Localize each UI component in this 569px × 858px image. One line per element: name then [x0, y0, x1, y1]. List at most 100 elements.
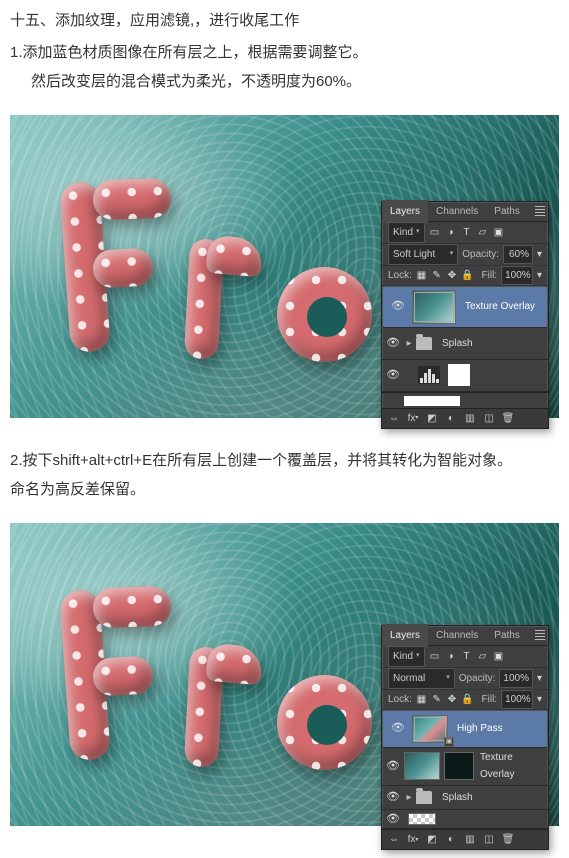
- filter-adjust-icon[interactable]: ◑: [445, 650, 457, 662]
- new-group-icon[interactable]: ▥: [464, 412, 476, 424]
- transparent-thumbnail: [408, 813, 436, 825]
- blend-row: Soft Light▾ Opacity: 60% ▾: [382, 244, 548, 266]
- opacity-value[interactable]: 60%: [503, 245, 533, 264]
- layer-row-high-pass[interactable]: 👁 ▣ High Pass: [382, 710, 548, 748]
- balloon-text-fresh: [55, 157, 355, 377]
- layer-mask-icon[interactable]: ◩: [426, 412, 438, 424]
- levels-adjustment-icon: [418, 366, 440, 384]
- fill-value[interactable]: 100%: [501, 690, 533, 709]
- lock-paint-icon[interactable]: ✎: [431, 269, 442, 281]
- lock-transparency-icon[interactable]: ▦: [416, 693, 427, 705]
- filter-type-icon[interactable]: T: [461, 650, 473, 662]
- lock-transparency-icon[interactable]: ▦: [416, 269, 427, 281]
- layer-row-texture-overlay[interactable]: 👁 Texture Overlay: [382, 286, 548, 328]
- visibility-toggle-icon[interactable]: 👁: [382, 810, 404, 829]
- layer-name[interactable]: Splash: [440, 789, 548, 806]
- tab-layers[interactable]: Layers: [382, 624, 428, 647]
- lock-row: Lock: ▦ ✎ ✥ 🔒 Fill: 100% ▾: [382, 690, 548, 710]
- filter-row: Kind▾ ▭ ◑ T ▱ ▣: [382, 646, 548, 668]
- blend-row: Normal▾ Opacity: 100% ▾: [382, 668, 548, 690]
- layer-name[interactable]: Texture Overlay: [478, 749, 548, 783]
- panel-tabs: Layers Channels Paths: [382, 202, 548, 222]
- opacity-value[interactable]: 100%: [499, 669, 533, 688]
- layer-name[interactable]: High Pass: [455, 720, 543, 737]
- fill-label: Fill:: [482, 691, 498, 708]
- new-layer-icon[interactable]: ◫: [483, 834, 495, 846]
- layer-style-icon[interactable]: fx▾: [407, 412, 419, 424]
- layer-row-splash-group[interactable]: 👁 ▸ Splash: [382, 328, 548, 360]
- adjustment-layer-icon[interactable]: ◐: [445, 412, 457, 424]
- tab-channels[interactable]: Channels: [428, 624, 486, 647]
- layer-thumbnail-secondary: [444, 752, 474, 780]
- layers-panel: Layers Channels Paths Kind▾ ▭ ◑ T ▱ ▣ So…: [381, 201, 549, 429]
- lock-paint-icon[interactable]: ✎: [431, 693, 442, 705]
- group-expand-icon[interactable]: ▸: [404, 789, 414, 806]
- fill-value[interactable]: 100%: [501, 266, 533, 285]
- filter-smart-icon[interactable]: ▣: [493, 226, 505, 238]
- filter-smart-icon[interactable]: ▣: [493, 650, 505, 662]
- figure-2: Layers Channels Paths Kind▾ ▭ ◑ T ▱ ▣ No…: [10, 523, 559, 826]
- panel-menu-icon[interactable]: [532, 203, 548, 219]
- folder-icon: [416, 791, 432, 804]
- link-layers-icon[interactable]: ⇔: [388, 412, 400, 424]
- layer-mask-thumbnail[interactable]: [448, 364, 470, 386]
- folder-icon: [416, 337, 432, 350]
- filter-pixel-icon[interactable]: ▭: [429, 650, 441, 662]
- filter-kind-select[interactable]: Kind▾: [388, 222, 425, 243]
- filter-pixel-icon[interactable]: ▭: [429, 226, 441, 238]
- step1-line1: 1.添加蓝色材质图像在所有层之上，根据需要调整它。: [10, 40, 559, 66]
- group-expand-icon[interactable]: ▸: [404, 335, 414, 352]
- delete-layer-icon[interactable]: 🗑: [502, 834, 514, 846]
- fill-label: Fill:: [482, 267, 498, 284]
- filter-adjust-icon[interactable]: ◑: [445, 226, 457, 238]
- adjustment-layer-icon[interactable]: ◐: [445, 834, 457, 846]
- step2-line1: 2.按下shift+alt+ctrl+E在所有层上创建一个覆盖层，并将其转化为智…: [10, 448, 559, 474]
- layer-thumbnail[interactable]: [412, 715, 448, 743]
- layer-name[interactable]: Splash: [440, 335, 548, 352]
- layer-row-levels-adjustment[interactable]: 👁: [382, 360, 548, 392]
- link-layers-icon[interactable]: ⇔: [388, 834, 400, 846]
- filter-type-icon[interactable]: T: [461, 226, 473, 238]
- panel-footer: ⇔ fx▾ ◩ ◐ ▥ ◫ 🗑: [382, 829, 548, 849]
- layer-mask-icon[interactable]: ◩: [426, 834, 438, 846]
- visibility-toggle-icon[interactable]: 👁: [382, 366, 404, 385]
- filter-row: Kind▾ ▭ ◑ T ▱ ▣: [382, 222, 548, 244]
- lock-label: Lock:: [388, 691, 412, 708]
- tab-channels[interactable]: Channels: [428, 200, 486, 223]
- visibility-toggle-icon[interactable]: 👁: [382, 757, 404, 776]
- tab-layers[interactable]: Layers: [382, 200, 428, 223]
- lock-position-icon[interactable]: ✥: [446, 269, 457, 281]
- smart-object-badge-icon: ▣: [444, 737, 454, 747]
- lock-all-icon[interactable]: 🔒: [462, 693, 474, 705]
- layer-thumbnail[interactable]: [412, 290, 456, 324]
- visibility-toggle-icon[interactable]: 👁: [387, 297, 409, 316]
- filter-shape-icon[interactable]: ▱: [477, 226, 489, 238]
- blend-mode-select[interactable]: Soft Light▾: [388, 244, 458, 265]
- lock-all-icon[interactable]: 🔒: [462, 269, 474, 281]
- filter-kind-select[interactable]: Kind▾: [388, 646, 425, 667]
- lock-label: Lock:: [388, 267, 412, 284]
- section-title: 十五、添加纹理，应用滤镜,，进行收尾工作: [10, 8, 559, 34]
- layer-row-texture-overlay[interactable]: 👁 Texture Overlay: [382, 748, 548, 786]
- visibility-toggle-icon[interactable]: 👁: [382, 334, 404, 353]
- panel-menu-icon[interactable]: [532, 627, 548, 643]
- layer-row-extra[interactable]: [382, 392, 548, 408]
- new-group-icon[interactable]: ▥: [464, 834, 476, 846]
- visibility-toggle-icon[interactable]: 👁: [382, 788, 404, 807]
- lock-position-icon[interactable]: ✥: [446, 693, 457, 705]
- blend-mode-select[interactable]: Normal▾: [388, 668, 455, 689]
- layer-thumbnail[interactable]: [404, 752, 440, 780]
- layer-row-splash-group[interactable]: 👁 ▸ Splash: [382, 786, 548, 810]
- layer-row-extra[interactable]: 👁: [382, 810, 548, 830]
- visibility-toggle-icon[interactable]: 👁: [387, 719, 409, 738]
- tab-paths[interactable]: Paths: [486, 200, 528, 223]
- opacity-label: Opacity:: [459, 670, 496, 687]
- layer-name[interactable]: Texture Overlay: [463, 298, 543, 315]
- delete-layer-icon[interactable]: 🗑: [502, 412, 514, 424]
- filter-shape-icon[interactable]: ▱: [477, 650, 489, 662]
- mask-mini-thumbnail: [404, 396, 460, 406]
- tab-paths[interactable]: Paths: [486, 624, 528, 647]
- new-layer-icon[interactable]: ◫: [483, 412, 495, 424]
- step1-line2: 然后改变层的混合模式为柔光，不透明度为60%。: [31, 69, 559, 95]
- layer-style-icon[interactable]: fx▾: [407, 834, 419, 846]
